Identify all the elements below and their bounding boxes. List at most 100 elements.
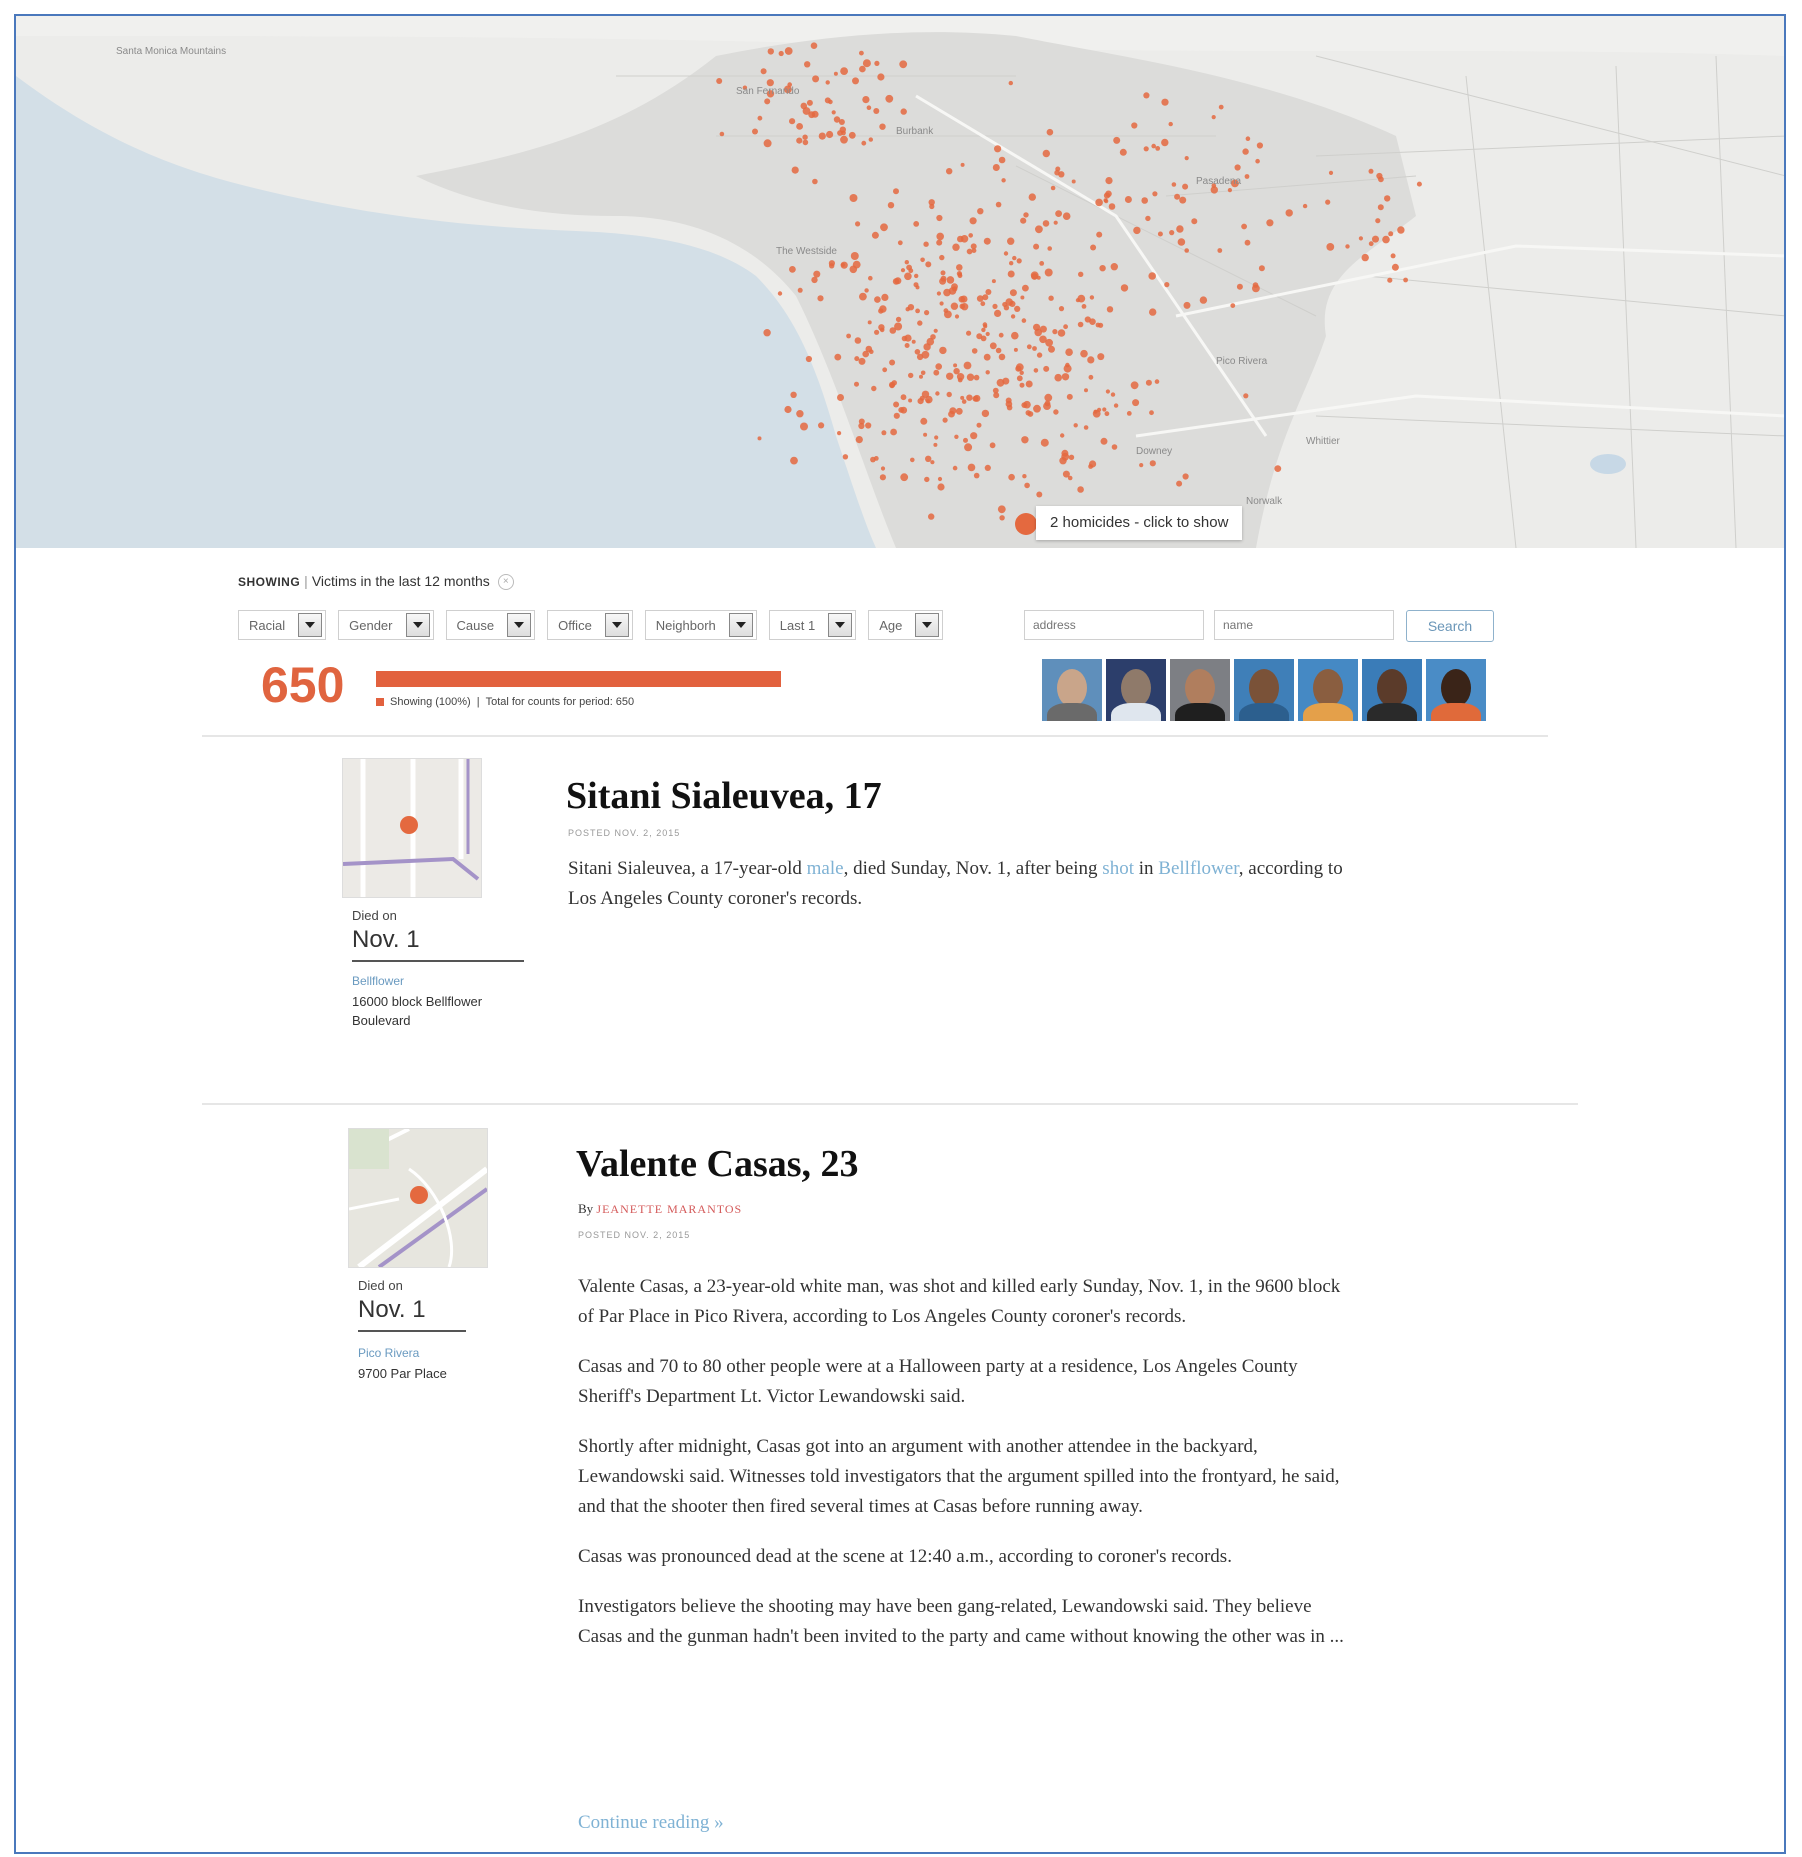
homicide-dot[interactable] bbox=[952, 243, 960, 251]
homicide-dot[interactable] bbox=[882, 367, 888, 373]
homicide-dot[interactable] bbox=[1161, 98, 1169, 106]
homicide-dot[interactable] bbox=[1182, 473, 1189, 480]
homicide-dot[interactable] bbox=[1042, 220, 1050, 227]
homicide-dot[interactable] bbox=[1016, 258, 1022, 264]
homicide-dot[interactable] bbox=[937, 483, 945, 491]
homicide-dot[interactable] bbox=[1099, 265, 1106, 272]
continue-reading-link[interactable]: Continue reading » bbox=[578, 1812, 724, 1834]
homicide-dot[interactable] bbox=[1063, 324, 1068, 330]
homicide-dot[interactable] bbox=[940, 270, 946, 276]
homicide-dot[interactable] bbox=[1149, 410, 1154, 416]
name-search-input[interactable] bbox=[1214, 610, 1394, 640]
homicide-dot[interactable] bbox=[983, 237, 991, 245]
homicide-dot[interactable] bbox=[998, 353, 1006, 361]
homicide-dot[interactable] bbox=[778, 50, 784, 57]
place-link[interactable]: Bellflower bbox=[1158, 858, 1239, 879]
homicide-dot[interactable] bbox=[825, 80, 830, 85]
homicide-dot[interactable] bbox=[1155, 146, 1161, 151]
homicide-dot[interactable] bbox=[960, 395, 965, 400]
neighborhood-link[interactable]: Pico Rivera bbox=[358, 1346, 419, 1360]
homicide-dot[interactable] bbox=[1009, 289, 1017, 297]
homicide-dot[interactable] bbox=[894, 322, 903, 331]
homicide-dot[interactable] bbox=[966, 373, 975, 381]
homicide-dot[interactable] bbox=[1031, 273, 1038, 280]
homicide-dot[interactable] bbox=[1124, 196, 1132, 203]
homicide-dot[interactable] bbox=[946, 168, 953, 175]
homicide-dot[interactable] bbox=[880, 223, 888, 232]
homicide-dot[interactable] bbox=[1008, 80, 1013, 86]
homicide-dot[interactable] bbox=[1022, 284, 1029, 292]
homicide-dot[interactable] bbox=[930, 334, 936, 340]
homicide-dot[interactable] bbox=[1174, 193, 1181, 200]
homicide-dot[interactable] bbox=[1019, 382, 1025, 388]
victim-photo[interactable] bbox=[1042, 659, 1102, 721]
homicide-dot[interactable] bbox=[824, 97, 831, 104]
homicide-dot[interactable] bbox=[1021, 318, 1027, 323]
homicide-dot[interactable] bbox=[859, 292, 867, 301]
homicide-dot[interactable] bbox=[1154, 379, 1160, 384]
neighborhood-link[interactable]: Bellflower bbox=[352, 974, 404, 988]
homicide-dot[interactable] bbox=[1005, 298, 1013, 306]
map-canvas[interactable] bbox=[16, 16, 1786, 548]
homicide-dot[interactable] bbox=[879, 123, 886, 130]
homicide-dot[interactable] bbox=[992, 303, 998, 309]
homicide-dot[interactable] bbox=[925, 395, 933, 404]
homicide-dot[interactable] bbox=[946, 391, 952, 398]
homicide-dot[interactable] bbox=[802, 139, 809, 146]
homicide-dot[interactable] bbox=[852, 260, 861, 269]
homicide-dot[interactable] bbox=[899, 60, 908, 69]
homicide-dot[interactable] bbox=[893, 401, 900, 408]
homicide-dot[interactable] bbox=[976, 333, 983, 340]
homicide-dot[interactable] bbox=[862, 96, 870, 104]
homicide-dot[interactable] bbox=[1143, 92, 1150, 99]
homicide-dot[interactable] bbox=[907, 304, 915, 311]
homicide-dot[interactable] bbox=[802, 134, 808, 140]
homicide-dot[interactable] bbox=[937, 476, 943, 482]
homicide-dot[interactable] bbox=[796, 123, 803, 130]
homicide-dot[interactable] bbox=[879, 474, 887, 481]
homicide-dot[interactable] bbox=[1376, 172, 1383, 180]
homicide-dot[interactable] bbox=[858, 357, 866, 365]
homicide-dot[interactable] bbox=[919, 395, 925, 401]
homicide-dot[interactable] bbox=[1088, 374, 1094, 380]
homicide-dot[interactable] bbox=[716, 78, 723, 84]
homicide-dot[interactable] bbox=[1025, 380, 1033, 388]
homicide-dot[interactable] bbox=[939, 346, 947, 355]
homicide-dot[interactable] bbox=[833, 71, 838, 76]
homicide-dot[interactable] bbox=[812, 178, 818, 185]
homicide-dot[interactable] bbox=[1089, 460, 1097, 468]
homicide-dot[interactable] bbox=[1024, 482, 1030, 489]
homicide-dot[interactable] bbox=[925, 261, 932, 268]
homicide-dot[interactable] bbox=[914, 273, 919, 279]
homicide-dot[interactable] bbox=[980, 301, 986, 307]
homicide-dot[interactable] bbox=[1145, 379, 1152, 386]
homicide-dot[interactable] bbox=[1043, 365, 1050, 372]
homicide-dot[interactable] bbox=[1011, 331, 1019, 340]
homicide-dot[interactable] bbox=[1021, 436, 1029, 444]
address-search-input[interactable] bbox=[1024, 610, 1204, 640]
homicide-dot[interactable] bbox=[826, 130, 834, 139]
homicide-dot[interactable] bbox=[1176, 225, 1184, 233]
homicide-dot[interactable] bbox=[977, 208, 984, 215]
homicide-dot[interactable] bbox=[904, 260, 909, 265]
homicide-dot[interactable] bbox=[1141, 197, 1148, 204]
homicide-dot[interactable] bbox=[966, 330, 972, 336]
homicide-dot[interactable] bbox=[1377, 204, 1384, 211]
homicide-dot[interactable] bbox=[862, 59, 871, 68]
homicide-dot[interactable] bbox=[936, 232, 944, 241]
homicide-dot[interactable] bbox=[971, 348, 978, 354]
homicide-dot[interactable] bbox=[866, 105, 872, 110]
homicide-dot[interactable] bbox=[864, 288, 869, 293]
homicide-dot[interactable] bbox=[865, 422, 872, 429]
homicide-dot[interactable] bbox=[928, 513, 935, 520]
homicide-dot[interactable] bbox=[831, 110, 836, 115]
homicide-dot[interactable] bbox=[964, 443, 973, 452]
homicide-dot[interactable] bbox=[1361, 253, 1369, 262]
location-map-thumbnail[interactable] bbox=[348, 1128, 488, 1268]
homicide-dot[interactable] bbox=[1217, 248, 1223, 253]
homicide-dot[interactable] bbox=[1252, 282, 1259, 288]
homicide-dot[interactable] bbox=[1058, 306, 1065, 312]
homicide-dot[interactable] bbox=[1245, 136, 1251, 141]
homicide-dot[interactable] bbox=[963, 437, 968, 443]
homicide-dot[interactable] bbox=[1015, 363, 1024, 372]
